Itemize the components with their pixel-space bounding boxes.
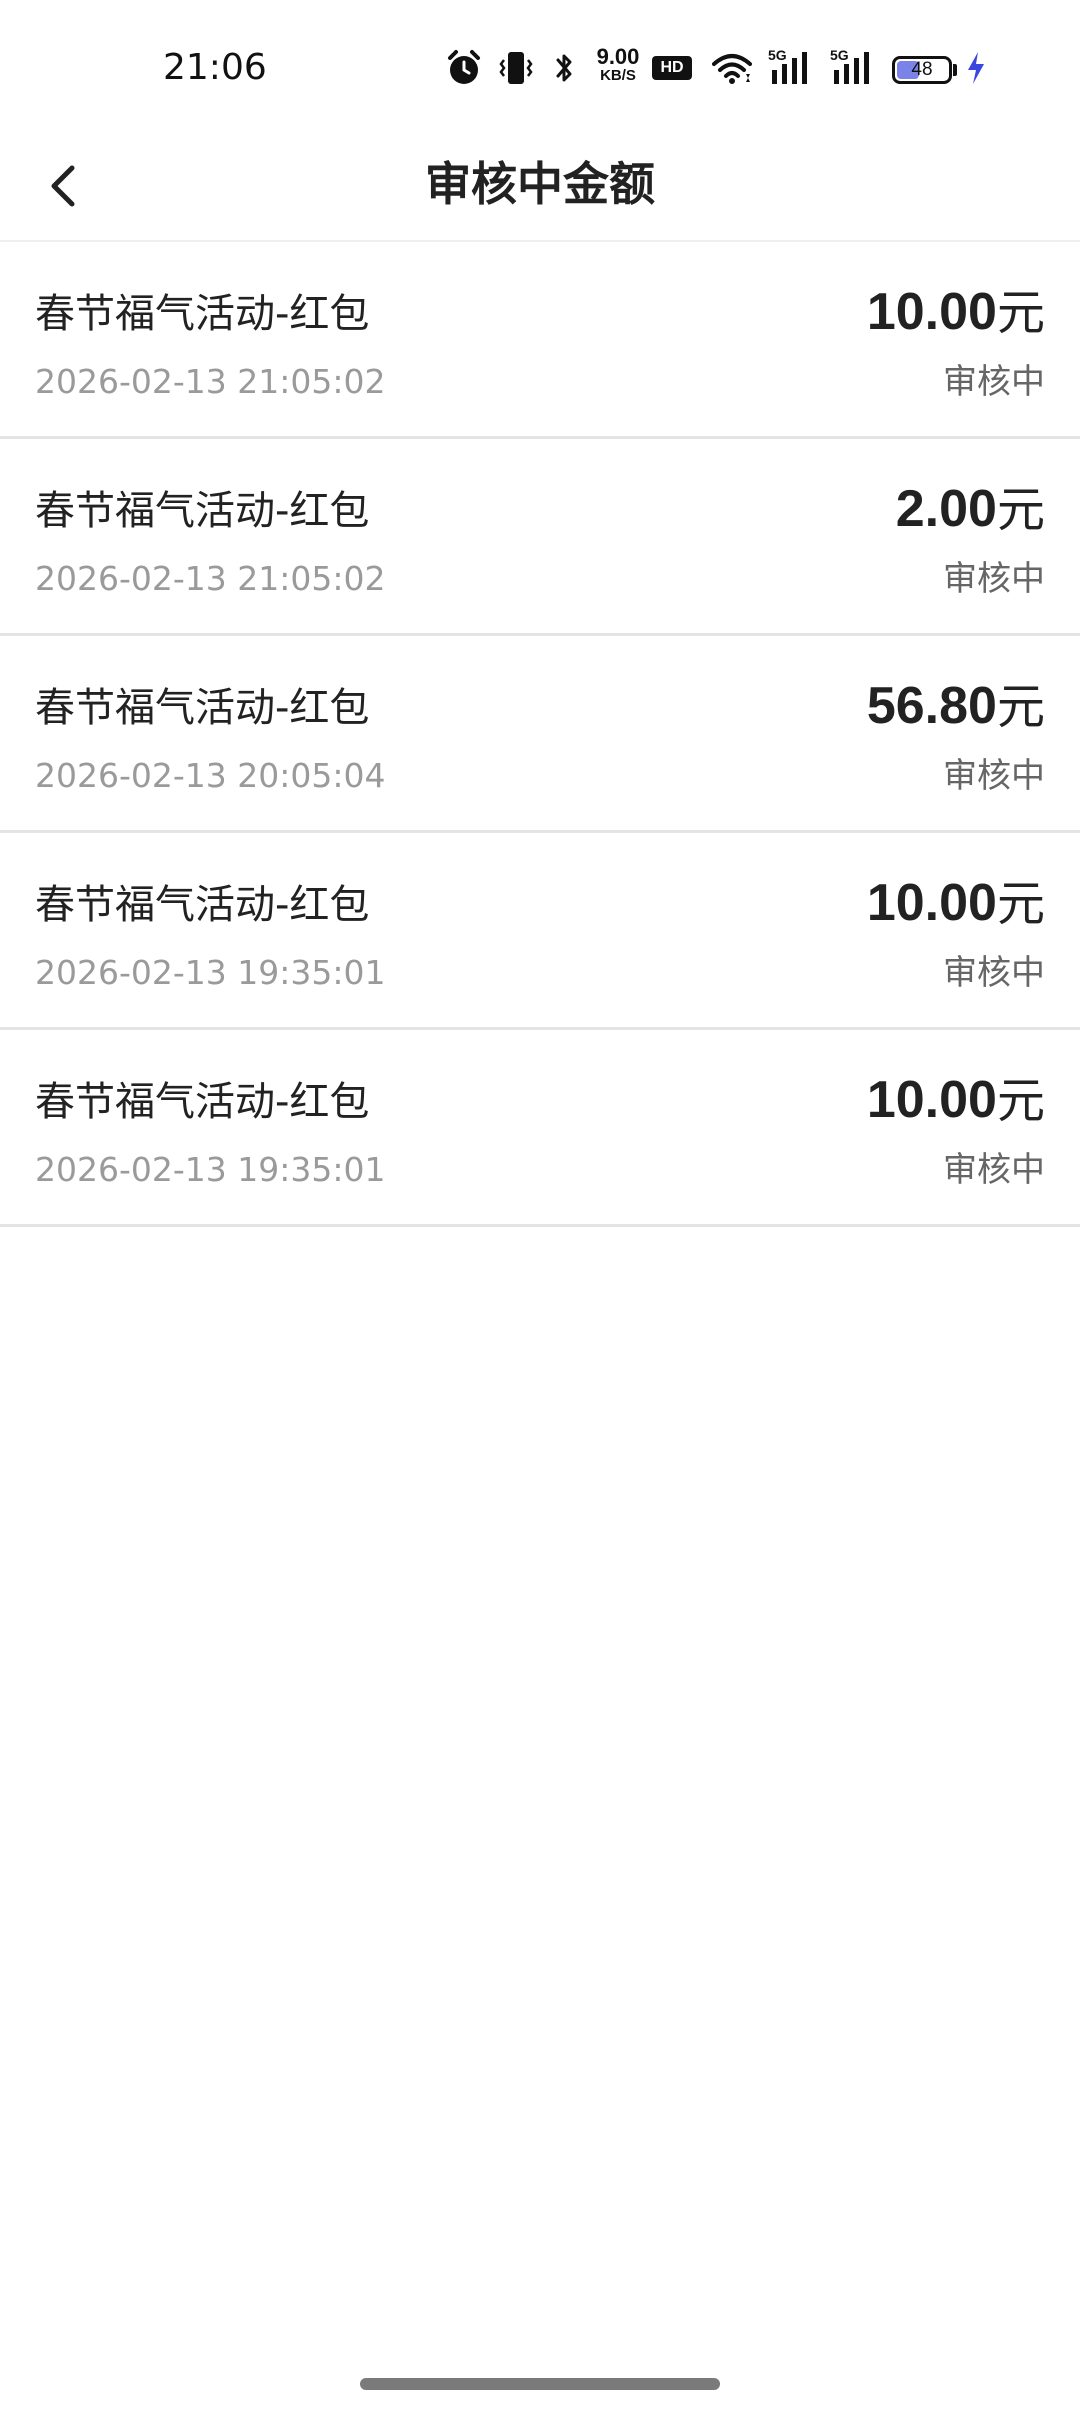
record-status: 审核中: [943, 756, 1045, 796]
record-status: 审核中: [943, 559, 1045, 599]
vibrate-icon: [499, 52, 533, 84]
battery-tip: [953, 64, 957, 76]
amount-unit: 元: [996, 679, 1045, 735]
wifi-icon: [712, 54, 752, 84]
amount-unit: 元: [996, 482, 1045, 538]
record-time: 2026-02-13 19:35:01: [35, 1150, 386, 1189]
signal-icon: [834, 52, 869, 84]
record-status: 审核中: [943, 1150, 1045, 1190]
battery-icon: 48: [892, 56, 952, 84]
bluetooth-icon: [556, 54, 572, 82]
back-button[interactable]: [26, 148, 102, 224]
chevron-left-icon: [51, 165, 75, 207]
record-amount: 2.00元: [896, 477, 1045, 542]
amount-value: 10.00: [866, 874, 997, 932]
record-amount: 10.00元: [867, 871, 1045, 936]
record-status: 审核中: [943, 362, 1045, 402]
net-speed-indicator: 9.00 KB/S: [590, 46, 646, 84]
record-title: 春节福气活动-红包: [35, 882, 370, 928]
status-icons: 9.00 KB/S HD 5G 5G 48: [446, 46, 996, 88]
amount-value: 2.00: [895, 480, 997, 538]
list-item[interactable]: 春节福气活动-红包 2026-02-13 21:05:02 10.00元 审核中: [0, 242, 1080, 439]
home-indicator[interactable]: [360, 2378, 720, 2390]
amount-unit: 元: [996, 1073, 1045, 1129]
page-title: 审核中金额: [425, 157, 655, 211]
record-status: 审核中: [943, 953, 1045, 993]
status-time: 21:06: [163, 47, 267, 88]
record-title: 春节福气活动-红包: [35, 488, 370, 534]
amount-unit: 元: [996, 285, 1045, 341]
battery-level: 48: [911, 59, 933, 80]
amount-unit: 元: [996, 876, 1045, 932]
signal-icon: [772, 52, 807, 84]
list-item[interactable]: 春节福气活动-红包 2026-02-13 19:35:01 10.00元 审核中: [0, 1030, 1080, 1227]
record-title: 春节福气活动-红包: [35, 685, 370, 731]
list-item[interactable]: 春节福气活动-红包 2026-02-13 21:05:02 2.00元 审核中: [0, 439, 1080, 636]
record-amount: 10.00元: [867, 1068, 1045, 1133]
amount-value: 10.00: [866, 283, 997, 341]
record-list: 春节福气活动-红包 2026-02-13 21:05:02 10.00元 审核中…: [0, 242, 1080, 1227]
alarm-icon: [448, 50, 480, 84]
record-time: 2026-02-13 21:05:02: [35, 362, 386, 401]
charging-icon: [968, 52, 984, 84]
record-title: 春节福气活动-红包: [35, 1079, 370, 1125]
net-speed-unit: KB/S: [600, 67, 636, 84]
top-navigation-bar: 审核中金额: [0, 130, 1080, 242]
record-time: 2026-02-13 20:05:04: [35, 756, 386, 795]
amount-value: 10.00: [866, 1071, 997, 1129]
amount-value: 56.80: [866, 677, 997, 735]
record-title: 春节福气活动-红包: [35, 291, 370, 337]
record-time: 2026-02-13 21:05:02: [35, 559, 386, 598]
list-item[interactable]: 春节福气活动-红包 2026-02-13 19:35:01 10.00元 审核中: [0, 833, 1080, 1030]
record-time: 2026-02-13 19:35:01: [35, 953, 386, 992]
record-amount: 56.80元: [867, 674, 1045, 739]
hd-voice-badge: HD: [652, 56, 692, 80]
status-bar: 21:06 9.00 KB/S HD 5G 5G 48: [0, 0, 1080, 130]
list-item[interactable]: 春节福气活动-红包 2026-02-13 20:05:04 56.80元 审核中: [0, 636, 1080, 833]
net-speed-value: 9.00: [596, 44, 640, 69]
record-amount: 10.00元: [867, 280, 1045, 345]
